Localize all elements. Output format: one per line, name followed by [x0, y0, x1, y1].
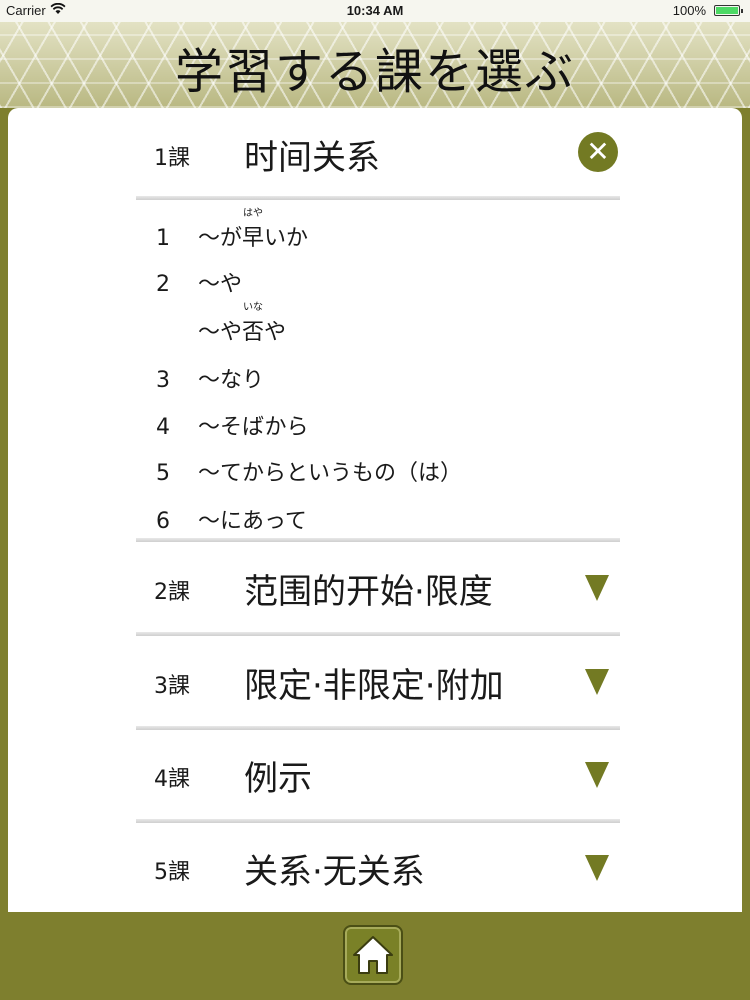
- lesson-title: 时间关系: [244, 138, 380, 178]
- ruby-word: いな否: [242, 302, 265, 346]
- item-number: 5: [156, 461, 170, 486]
- clock: 10:34 AM: [346, 3, 404, 18]
- item-text: ～そばから: [198, 415, 309, 440]
- item-text-pre: ～や: [198, 320, 243, 345]
- grammar-item-5[interactable]: 5 ～てからというもの（は）: [156, 455, 462, 487]
- item-number: 3: [156, 368, 170, 393]
- lesson-number: 4課: [154, 767, 190, 792]
- item-text: ～や: [198, 272, 243, 297]
- close-icon[interactable]: ✕: [578, 132, 618, 172]
- lesson-row-3[interactable]: 3課 限定·非限定·附加: [8, 636, 742, 728]
- item-text: ～なり: [198, 368, 265, 393]
- page-title: 学習する課を選ぶ: [174, 44, 575, 100]
- page-header: 学習する課を選ぶ: [0, 22, 750, 108]
- triangle-down-icon[interactable]: [585, 669, 609, 695]
- battery-percent: 100%: [672, 3, 706, 18]
- lesson-number: 1課: [154, 146, 190, 171]
- triangle-down-icon[interactable]: [585, 575, 609, 601]
- home-button[interactable]: [343, 925, 403, 985]
- lesson-number: 5課: [154, 860, 190, 885]
- lesson-row-1[interactable]: 1課 时间关系 ✕: [8, 108, 742, 200]
- lesson-title: 关系·无关系: [244, 852, 425, 892]
- ruby-word: はや早: [242, 208, 265, 252]
- battery-icon: [714, 5, 743, 16]
- lesson-list: 1課 时间关系 ✕ 1 ～が はや早いか 2 ～や ～や いな否や 3 ～なり 4 ～そばか…: [8, 108, 742, 912]
- item-number: 1: [156, 226, 170, 251]
- lesson-title: 例示: [244, 759, 312, 799]
- item-number: 4: [156, 415, 170, 440]
- item-text-pre: ～が: [198, 226, 243, 251]
- lesson-row-4[interactable]: 4課 例示: [8, 729, 742, 821]
- grammar-item-2b[interactable]: ～や いな否や: [156, 302, 287, 346]
- grammar-item-1[interactable]: 1 ～が はや早いか: [156, 208, 309, 252]
- item-number: 2: [156, 272, 170, 297]
- footer-bar: [0, 912, 750, 1000]
- status-bar: Carrier 10:34 AM 100%: [0, 0, 750, 22]
- ruby-reading: いな: [243, 302, 264, 313]
- lesson-title: 范围的开始·限度: [244, 572, 493, 612]
- grammar-item-6[interactable]: 6 ～にあって: [156, 503, 307, 535]
- ruby-base: 早: [242, 226, 265, 251]
- ruby-base: 否: [242, 320, 265, 345]
- triangle-down-icon[interactable]: [585, 855, 609, 881]
- lesson-row-2[interactable]: 2課 范围的开始·限度: [8, 542, 742, 634]
- lesson-number: 3課: [154, 674, 190, 699]
- item-number: 6: [156, 509, 170, 534]
- item-text: ～てからというもの（は）: [198, 461, 463, 486]
- lesson-title: 限定·非限定·附加: [244, 666, 504, 706]
- home-icon: [353, 936, 393, 974]
- ruby-reading: はや: [243, 208, 264, 219]
- lesson-number: 2課: [154, 580, 190, 605]
- triangle-down-icon[interactable]: [585, 762, 609, 788]
- grammar-item-2[interactable]: 2 ～や: [156, 266, 242, 298]
- item-text: ～にあって: [198, 509, 307, 534]
- divider: [136, 196, 620, 200]
- item-text-post: や: [264, 320, 287, 345]
- grammar-item-4[interactable]: 4 ～そばから: [156, 409, 308, 441]
- lesson-row-5[interactable]: 5課 关系·无关系: [8, 822, 742, 912]
- item-text-post: いか: [264, 226, 309, 251]
- grammar-item-3[interactable]: 3 ～なり: [156, 362, 264, 394]
